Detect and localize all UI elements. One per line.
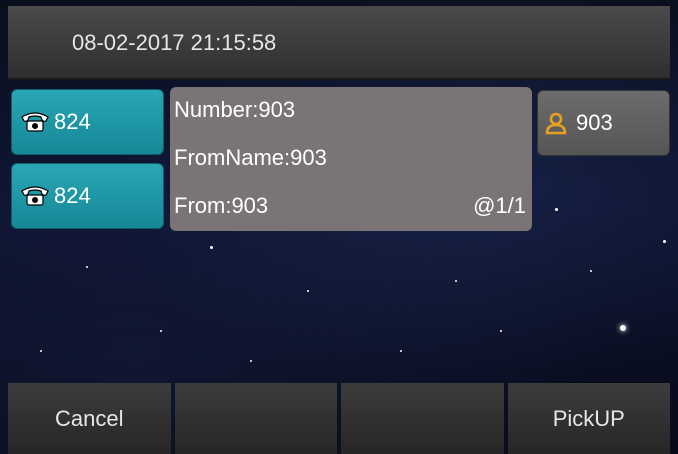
star [40, 350, 42, 352]
star [86, 266, 88, 268]
line-key-label: 824 [54, 183, 91, 208]
star [250, 360, 252, 362]
status-bar: 08-02-2017 21:15:58 [8, 6, 670, 80]
star [663, 240, 666, 243]
star [160, 330, 162, 332]
star [400, 350, 402, 352]
softkey-3[interactable] [341, 383, 504, 454]
line-key-2[interactable]: 824 [11, 163, 164, 229]
datetime-display: 08-02-2017 21:15:58 [72, 30, 277, 55]
phone-icon [20, 185, 50, 207]
softkey-2[interactable] [174, 383, 337, 454]
star [620, 325, 626, 331]
cancel-button[interactable]: Cancel [8, 383, 171, 454]
star [307, 290, 309, 292]
incoming-call-info: Number:903 FromName:903 From:903 @1/1 [170, 87, 532, 231]
softkey-bar: Cancel PickUP [8, 383, 670, 454]
star [455, 280, 457, 282]
star [590, 270, 592, 272]
page-indicator: @1/1 [473, 193, 526, 218]
caller-fromname: FromName:903 [174, 145, 327, 170]
star [500, 330, 502, 332]
caller-from: From:903 [174, 193, 269, 218]
phone-screen: 08-02-2017 21:15:58 824 824 Number:903 F… [0, 0, 678, 454]
phone-icon [20, 111, 50, 133]
line-key-1[interactable]: 824 [11, 89, 164, 155]
person-icon [544, 110, 570, 136]
star [210, 246, 213, 249]
star [555, 208, 558, 211]
line-key-label: 824 [54, 109, 91, 134]
contact-key-903[interactable]: 903 [537, 90, 670, 156]
caller-number: Number:903 [174, 97, 296, 122]
pickup-button[interactable]: PickUP [507, 383, 670, 454]
contact-key-label: 903 [576, 110, 613, 135]
